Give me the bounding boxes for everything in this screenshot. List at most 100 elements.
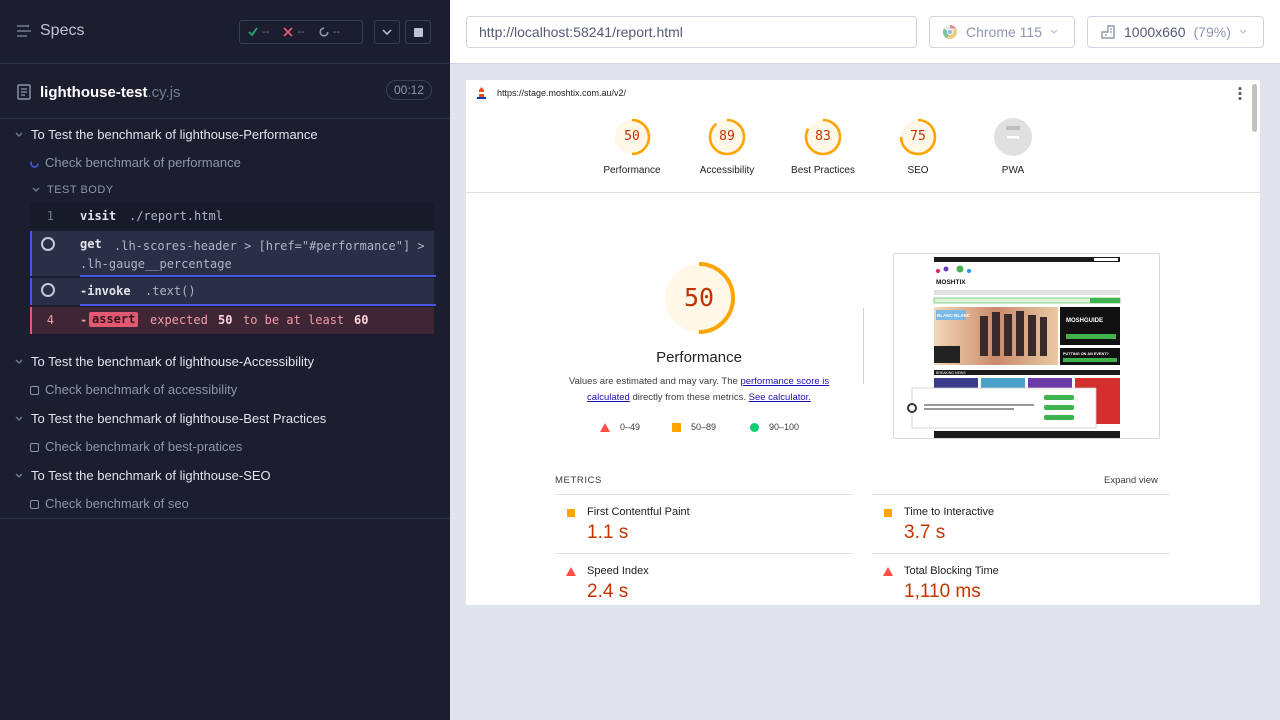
chrome-icon xyxy=(942,24,958,39)
command-get[interactable]: get .lh-scores-header > [href="#performa… xyxy=(30,231,436,277)
score-gauge-accessibility[interactable]: 89 Accessibility xyxy=(687,118,767,176)
legend-fail: 0–49 xyxy=(600,422,640,432)
command-visit[interactable]: 1 visit ./report.html xyxy=(30,203,434,229)
metrics-heading: METRICS xyxy=(555,475,602,486)
report-url[interactable]: https://stage.moshtix.com.au/v2/ xyxy=(497,88,626,98)
chevron-down-icon xyxy=(15,359,23,364)
score-value: 89 xyxy=(719,129,735,144)
expand-collapse-button[interactable] xyxy=(374,20,400,44)
more-vert-icon[interactable] xyxy=(1237,86,1243,101)
test-stats: -- -- -- xyxy=(239,20,363,44)
score-value: 75 xyxy=(910,129,926,144)
loading-spinner-icon xyxy=(41,283,55,297)
expand-view-toggle[interactable]: Expand view xyxy=(1104,475,1158,486)
viewport-selector[interactable]: 1000x660 (79%) xyxy=(1087,16,1264,48)
assert-badge: assert xyxy=(89,312,139,327)
check-icon xyxy=(248,27,258,37)
command-arg: .text() xyxy=(145,284,196,298)
chevron-down-icon xyxy=(382,29,392,35)
metric-title: Total Blocking Time xyxy=(904,565,999,577)
assert-msg-relation: to be at least xyxy=(243,313,345,327)
scrollbar-thumb[interactable] xyxy=(1252,84,1257,132)
test-title: Check benchmark of best-pratices xyxy=(45,439,243,454)
calculator-link[interactable]: See calculator. xyxy=(749,392,811,403)
aut-header: http://localhost:58241/report.html Chrom… xyxy=(450,0,1280,64)
stop-icon xyxy=(413,27,423,37)
pass-circle-icon xyxy=(750,422,759,432)
command-invoke[interactable]: -invoke .text() xyxy=(30,278,436,306)
score-value: 83 xyxy=(815,129,831,144)
specs-label: Specs xyxy=(40,22,85,39)
score-gauge-best-practices[interactable]: 83 Best Practices xyxy=(783,118,863,176)
average-square-icon xyxy=(672,422,681,432)
fail-triangle-icon xyxy=(566,567,576,576)
command-number: 1 xyxy=(46,209,54,223)
document-icon xyxy=(17,84,31,100)
score-label: SEO xyxy=(907,165,929,176)
browser-name: Chrome 115 xyxy=(966,24,1043,40)
legend-average-label: 50–89 xyxy=(691,422,717,432)
viewport-scale: (79%) xyxy=(1193,24,1231,40)
thumb-section: BREAKING NEWS xyxy=(936,371,966,375)
failed-count: -- xyxy=(297,26,305,38)
suite-title: To Test the benchmark of lighthouse-Acce… xyxy=(31,354,315,369)
test-best-practices[interactable]: Check benchmark of best-pratices xyxy=(0,439,450,455)
spec-file-row: lighthouse-test.cy.js 00:12 xyxy=(0,64,450,119)
metric-value: 1,110 ms xyxy=(904,581,981,602)
command-assert[interactable]: 4 - assert expected 50 to be at least 60 xyxy=(30,307,434,334)
suite-title: To Test the benchmark of lighthouse-Best… xyxy=(31,411,327,426)
test-title: Check benchmark of performance xyxy=(45,155,241,170)
suite-title: To Test the benchmark of lighthouse-SEO xyxy=(31,468,271,483)
performance-title: Performance xyxy=(656,349,742,366)
assert-expected-value: 60 xyxy=(354,313,369,327)
aut-url-input[interactable]: http://localhost:58241/report.html xyxy=(466,16,917,48)
test-title: Check benchmark of accessibility xyxy=(45,382,238,397)
suite-seo[interactable]: To Test the benchmark of lighthouse-SEO xyxy=(0,468,450,484)
thumb-promo-2: PUTTING ON AN EVENT? xyxy=(1063,352,1110,356)
score-gauge-pwa[interactable]: PWA xyxy=(973,118,1053,176)
pending-icon xyxy=(319,27,329,37)
final-screenshot-thumbnail[interactable]: MOSHTIX BLANC-BLANC MOSHGUIDE PUTTING ON… xyxy=(893,253,1160,439)
test-accessibility[interactable]: Check benchmark of accessibility xyxy=(0,382,450,398)
test-body-toggle[interactable]: TEST BODY xyxy=(0,184,450,198)
assert-actual-value: 50 xyxy=(218,313,233,327)
divider xyxy=(466,192,1260,193)
command-log-panel: Specs -- -- -- lighthouse-test.cy.js 00:… xyxy=(0,0,450,720)
menu-icon xyxy=(17,24,31,37)
command-number: 4 xyxy=(46,313,54,327)
viewport-ruler-icon xyxy=(1101,25,1115,39)
score-label: Best Practices xyxy=(791,165,855,176)
command-arg: .lh-scores-header > [href="#performance"… xyxy=(80,239,425,271)
thumb-brand: MOSHTIX xyxy=(936,279,966,286)
stop-button[interactable] xyxy=(405,20,431,44)
fail-triangle-icon xyxy=(600,422,610,432)
run-duration: 00:12 xyxy=(386,80,433,100)
running-spinner-icon xyxy=(30,159,39,168)
test-seo[interactable]: Check benchmark of seo xyxy=(0,496,450,512)
legend-pass: 90–100 xyxy=(750,422,799,432)
progress-bar xyxy=(80,304,436,306)
pending-box-icon xyxy=(30,386,39,395)
chevron-down-icon xyxy=(1239,29,1247,34)
progress-bar xyxy=(80,275,436,277)
chevron-down-icon xyxy=(1050,29,1058,34)
metric-value: 2.4 s xyxy=(587,581,629,602)
average-square-icon xyxy=(567,509,575,517)
spec-file-name[interactable]: lighthouse-test.cy.js xyxy=(40,84,181,101)
suite-performance[interactable]: To Test the benchmark of lighthouse-Perf… xyxy=(0,127,450,143)
specs-toggle-button[interactable]: Specs xyxy=(16,22,84,40)
score-gauge-seo[interactable]: 75 SEO xyxy=(878,118,958,176)
score-gauge-performance[interactable]: 50 Performance xyxy=(592,118,672,176)
legend-average: 50–89 xyxy=(672,422,716,432)
loading-spinner-icon xyxy=(41,237,55,251)
browser-selector[interactable]: Chrome 115 xyxy=(929,16,1075,48)
test-performance[interactable]: Check benchmark of performance xyxy=(0,155,450,171)
suite-accessibility[interactable]: To Test the benchmark of lighthouse-Acce… xyxy=(0,354,450,370)
pending-stat: -- xyxy=(319,26,340,38)
divider xyxy=(872,494,1170,495)
viewport-size: 1000x660 xyxy=(1124,24,1186,40)
suite-best-practices[interactable]: To Test the benchmark of lighthouse-Best… xyxy=(0,411,450,427)
aut-iframe[interactable]: https://stage.moshtix.com.au/v2/ 50 Perfo… xyxy=(466,80,1260,605)
divider xyxy=(863,308,864,384)
average-square-icon xyxy=(884,509,892,517)
